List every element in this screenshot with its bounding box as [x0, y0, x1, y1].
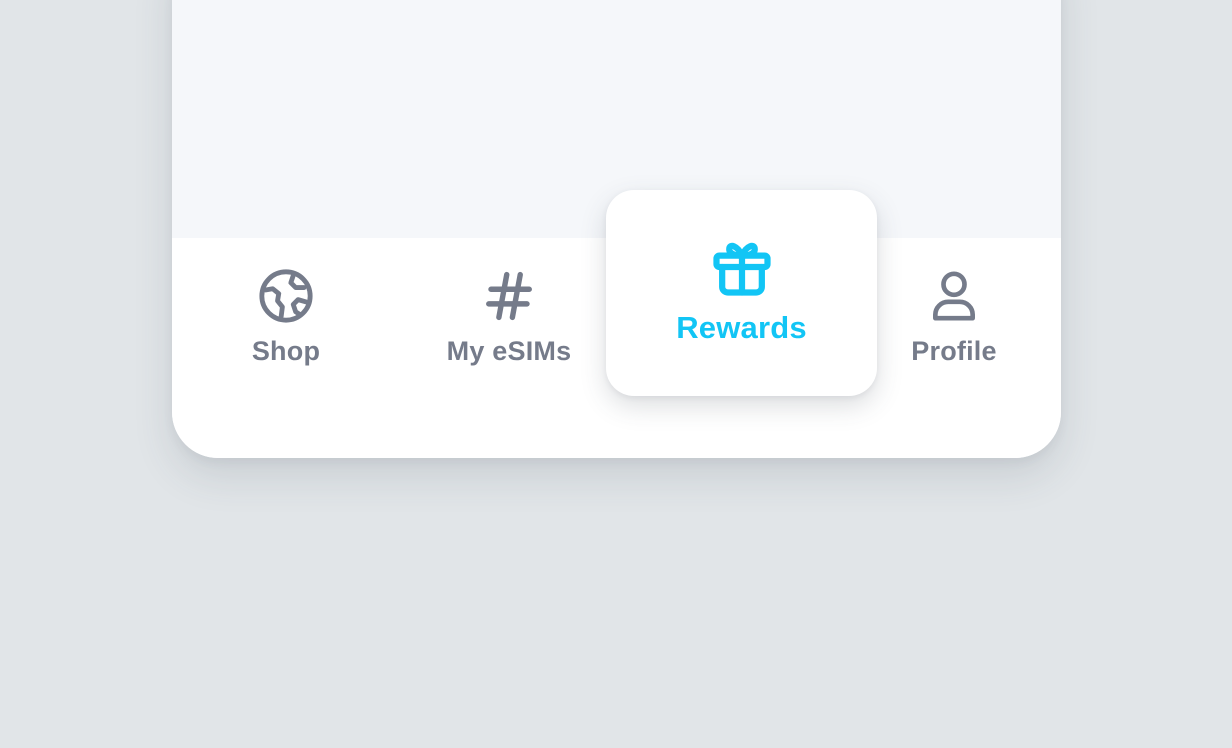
bottom-tab-bar: Shop My eSIMs Rewards Profile — [172, 190, 1061, 458]
tab-shop-label: Shop — [251, 336, 321, 366]
tab-my-esims-label: My eSIMs — [446, 336, 572, 366]
hash-icon — [479, 266, 539, 326]
globe-icon — [256, 266, 316, 326]
tab-profile[interactable]: Profile — [899, 266, 1009, 367]
user-icon — [924, 266, 984, 326]
tab-my-esims[interactable]: My eSIMs — [434, 266, 584, 367]
tab-rewards[interactable]: Rewards — [606, 190, 877, 396]
tab-profile-label: Profile — [911, 336, 997, 366]
tab-rewards-label: Rewards — [676, 310, 807, 345]
phone-frame: Shop My eSIMs Rewards Profile — [172, 0, 1061, 458]
gift-icon — [707, 232, 777, 302]
tab-shop[interactable]: Shop — [236, 266, 336, 367]
